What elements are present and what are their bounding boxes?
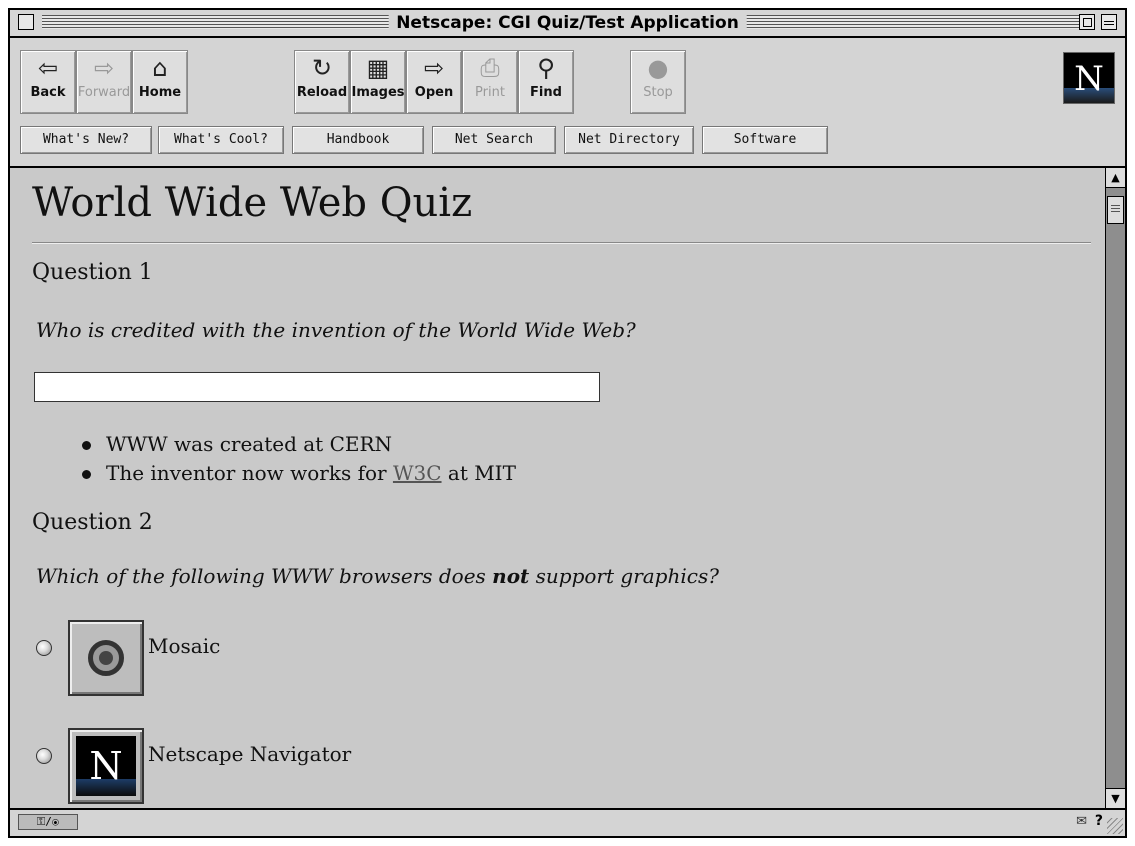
home-button[interactable]: ⌂ Home	[132, 50, 188, 114]
question-2-prompt-start: Which of the following WWW browsers does	[36, 564, 493, 588]
forward-button[interactable]: ⇨ Forward	[76, 50, 132, 114]
window-title: Netscape: CGI Quiz/Test Application	[388, 13, 747, 33]
open-button[interactable]: ⇨ Open	[406, 50, 462, 114]
images-icon: ▦	[366, 54, 390, 82]
netscape-n-icon: N	[76, 736, 136, 796]
find-label: Find	[530, 85, 562, 100]
back-button[interactable]: ⇦ Back	[20, 50, 76, 114]
print-button[interactable]: ⎙ Print	[462, 50, 518, 114]
mosaic-globe-icon	[88, 640, 124, 676]
home-icon: ⌂	[152, 54, 168, 82]
hint-text: WWW was created at CERN	[106, 432, 393, 456]
find-button[interactable]: ⚲ Find	[518, 50, 574, 114]
mosaic-radio[interactable]	[36, 640, 52, 656]
net-directory-button[interactable]: Net Directory	[564, 126, 694, 154]
question-1-prompt: Who is credited with the invention of th…	[36, 318, 636, 342]
question-2-heading: Question 2	[32, 510, 153, 535]
question-2-prompt-end: support graphics?	[529, 564, 719, 588]
hint-text-tail: at MIT	[441, 461, 516, 485]
question-1-answer-field[interactable]	[34, 372, 600, 402]
collapse-box[interactable]	[1101, 14, 1117, 30]
netscape-logo: N	[68, 728, 144, 804]
software-button[interactable]: Software	[702, 126, 828, 154]
status-bar: ⚿/⦿ ✉ ?	[10, 808, 1125, 836]
toolbar: ⇦ Back ⇨ Forward ⌂ Home ↻ Reload ▦ Image…	[10, 38, 1125, 168]
zoom-box[interactable]	[1079, 14, 1095, 30]
reload-button[interactable]: ↻ Reload	[294, 50, 350, 114]
open-icon: ⇨	[423, 54, 445, 82]
open-label: Open	[414, 85, 454, 100]
resize-grip-icon[interactable]	[1107, 818, 1123, 834]
stop-icon: ●	[647, 54, 669, 82]
question-2-prompt-emphasis: not	[492, 564, 530, 588]
question-1-heading: Question 1	[32, 260, 153, 285]
reload-label: Reload	[296, 85, 348, 100]
whats-new-button[interactable]: What's New?	[20, 126, 152, 154]
reload-icon: ↻	[311, 54, 333, 82]
binoculars-icon: ⚲	[537, 54, 555, 82]
back-label: Back	[30, 85, 66, 100]
close-box[interactable]	[18, 14, 34, 30]
w3c-link[interactable]: W3C	[393, 461, 442, 485]
printer-icon: ⎙	[480, 54, 500, 82]
images-label: Images	[351, 85, 405, 100]
scroll-thumb[interactable]	[1107, 196, 1124, 224]
help-icon[interactable]: ?	[1095, 813, 1103, 829]
netscape-radio[interactable]	[36, 748, 52, 764]
page-content: World Wide Web Quiz Question 1 Who is cr…	[10, 168, 1105, 808]
mail-icon[interactable]: ✉	[1076, 814, 1087, 829]
stop-label: Stop	[643, 85, 673, 100]
netscape-logo-icon[interactable]: N	[1063, 52, 1115, 104]
scroll-down-arrow-icon[interactable]: ▼	[1106, 788, 1125, 808]
horizontal-rule	[32, 242, 1091, 244]
stop-button[interactable]: ● Stop	[630, 50, 686, 114]
handbook-button[interactable]: Handbook	[292, 126, 424, 154]
whats-cool-button[interactable]: What's Cool?	[158, 126, 284, 154]
hint-item: The inventor now works for W3C at MIT	[80, 459, 516, 488]
scroll-up-arrow-icon[interactable]: ▲	[1106, 168, 1125, 188]
security-key-icon[interactable]: ⚿/⦿	[18, 814, 78, 830]
mosaic-label: Mosaic	[148, 634, 221, 658]
netscape-navigator-label: Netscape Navigator	[148, 742, 352, 766]
title-bar[interactable]: Netscape: CGI Quiz/Test Application	[10, 10, 1125, 38]
vertical-scrollbar[interactable]: ▲ ▼	[1105, 168, 1125, 808]
forward-label: Forward	[77, 85, 131, 100]
net-search-button[interactable]: Net Search	[432, 126, 556, 154]
print-label: Print	[475, 85, 505, 100]
back-arrow-icon: ⇦	[37, 54, 59, 82]
hint-text: The inventor now works for	[106, 461, 393, 485]
browser-window: Netscape: CGI Quiz/Test Application ⇦ Ba…	[8, 8, 1127, 838]
images-button[interactable]: ▦ Images	[350, 50, 406, 114]
home-label: Home	[138, 85, 182, 100]
page-title: World Wide Web Quiz	[32, 180, 473, 226]
hint-item: WWW was created at CERN	[80, 430, 516, 459]
question-2-prompt: Which of the following WWW browsers does…	[36, 564, 719, 588]
question-1-hints: WWW was created at CERN The inventor now…	[80, 430, 516, 488]
forward-arrow-icon: ⇨	[93, 54, 115, 82]
mosaic-logo	[68, 620, 144, 696]
